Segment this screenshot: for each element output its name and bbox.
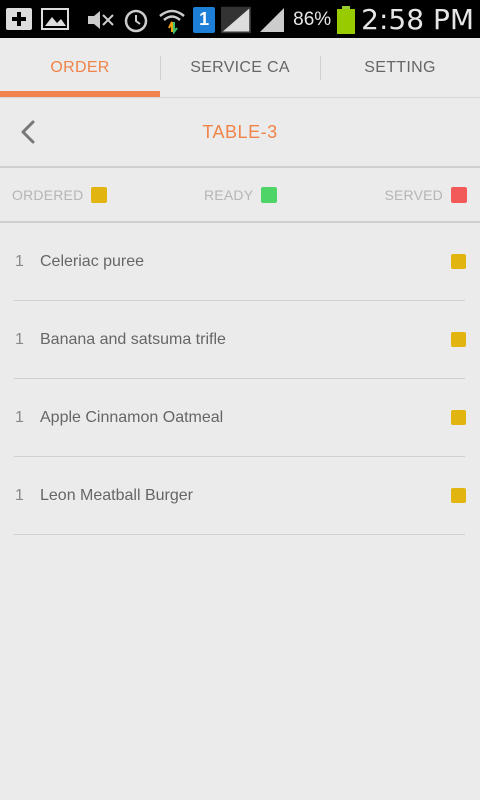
tab-service-ca[interactable]: SERVICE CA bbox=[160, 38, 320, 97]
tab-bar: ORDER SERVICE CA SETTING bbox=[0, 38, 480, 97]
legend-ready: READY bbox=[204, 168, 278, 221]
tab-label: SETTING bbox=[364, 58, 436, 76]
legend-label: SERVED bbox=[384, 186, 443, 203]
status-indicator bbox=[451, 488, 466, 503]
status-indicator bbox=[451, 410, 466, 425]
item-name: Leon Meatball Burger bbox=[40, 487, 193, 504]
legend-served: SERVED bbox=[384, 168, 467, 221]
alarm-icon bbox=[121, 6, 151, 34]
served-swatch bbox=[451, 186, 467, 203]
item-name: Banana and satsuma trifle bbox=[40, 331, 226, 348]
status-indicator bbox=[451, 254, 466, 269]
add-notification-icon bbox=[4, 5, 34, 33]
tab-label: SERVICE CA bbox=[190, 58, 290, 76]
ready-swatch bbox=[261, 186, 278, 203]
clock: 2:58 PM bbox=[361, 3, 474, 36]
legend-ordered: ORDERED bbox=[12, 168, 108, 221]
item-name: Apple Cinnamon Oatmeal bbox=[40, 409, 224, 426]
battery-percent: 86% bbox=[293, 8, 332, 30]
back-button[interactable] bbox=[8, 112, 48, 152]
ordered-swatch bbox=[91, 186, 108, 203]
chevron-left-icon bbox=[21, 120, 35, 144]
item-name: Celeriac puree bbox=[40, 253, 145, 270]
signal-icon bbox=[221, 6, 252, 34]
battery-icon bbox=[337, 5, 356, 34]
divider bbox=[14, 534, 465, 535]
tab-divider bbox=[160, 56, 161, 80]
list-item[interactable]: 1 Apple Cinnamon Oatmeal bbox=[0, 379, 480, 457]
item-quantity: 1 bbox=[15, 331, 24, 348]
mute-icon bbox=[85, 6, 115, 34]
list-item[interactable]: 1 Celeriac puree bbox=[0, 223, 480, 301]
tab-label: ORDER bbox=[50, 58, 110, 76]
signal-icon-2 bbox=[257, 6, 287, 34]
status-bar: 1 86% 2:58 PM bbox=[0, 0, 480, 38]
legend-label: READY bbox=[204, 186, 254, 203]
status-indicator bbox=[451, 332, 466, 347]
sim-icon: 1 bbox=[193, 6, 216, 33]
status-legend: ORDERED READY SERVED bbox=[0, 168, 480, 221]
image-notification-icon bbox=[40, 5, 70, 33]
list-item[interactable]: 1 Banana and satsuma trifle bbox=[0, 301, 480, 379]
list-item[interactable]: 1 Leon Meatball Burger bbox=[0, 457, 480, 535]
order-list: 1 Celeriac puree 1 Banana and satsuma tr… bbox=[0, 223, 480, 535]
tab-order[interactable]: ORDER bbox=[0, 38, 160, 97]
page-header: TABLE-3 bbox=[0, 98, 480, 166]
page-title: TABLE-3 bbox=[202, 121, 278, 142]
item-quantity: 1 bbox=[15, 253, 24, 270]
item-quantity: 1 bbox=[15, 487, 24, 504]
wifi-icon bbox=[157, 6, 187, 34]
tab-setting[interactable]: SETTING bbox=[320, 38, 480, 97]
tab-divider bbox=[320, 56, 321, 80]
legend-label: ORDERED bbox=[12, 186, 84, 203]
item-quantity: 1 bbox=[15, 409, 24, 426]
